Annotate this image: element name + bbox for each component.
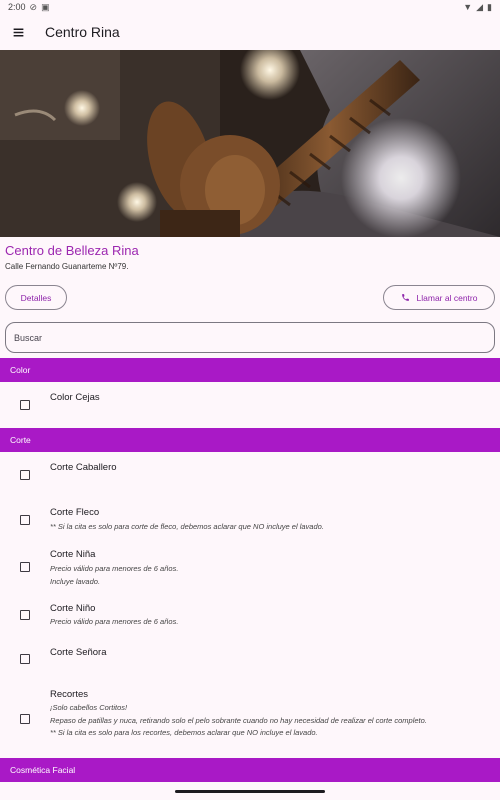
search-input[interactable]: [5, 322, 495, 353]
section-title: Color: [10, 365, 31, 375]
service-item[interactable]: Recortes ¡Solo cabellos Cortitos! Repaso…: [0, 682, 500, 758]
service-item[interactable]: Corte Niña Precio válido para menores de…: [0, 544, 500, 596]
center-address: Calle Fernando Guanarteme Nº79.: [5, 262, 129, 271]
service-item[interactable]: Corte Niño Precio válido para menores de…: [0, 596, 500, 636]
service-name: Corte Caballero: [50, 462, 117, 473]
service-name: Color Cejas: [50, 392, 100, 403]
service-item[interactable]: Corte Caballero: [0, 452, 500, 498]
service-name: Corte Niña: [50, 549, 96, 560]
service-checkbox[interactable]: [20, 515, 30, 525]
service-name: Corte Fleco: [50, 507, 100, 518]
gesture-nav-handle[interactable]: [175, 790, 325, 793]
do-not-disturb-icon: ⊘: [29, 1, 38, 12]
app-title: Centro Rina: [45, 24, 120, 40]
service-checkbox[interactable]: [20, 714, 30, 724]
details-button-label: Detalles: [20, 292, 52, 303]
call-center-button-label: Llamar al centro: [416, 292, 478, 303]
menu-button[interactable]: [0, 14, 36, 50]
status-time: 2:00: [8, 2, 26, 12]
service-checkbox[interactable]: [20, 562, 30, 572]
service-name: Corte Señora: [50, 647, 107, 658]
section-header-cosmetica-facial: Cosmética Facial: [0, 758, 500, 782]
service-checkbox[interactable]: [20, 400, 30, 410]
service-item[interactable]: Corte Señora: [0, 636, 500, 682]
section-title: Corte: [10, 435, 31, 445]
service-item[interactable]: Corte Fleco ** Si la cita es solo para c…: [0, 498, 500, 544]
service-checkbox[interactable]: [20, 654, 30, 664]
service-description: ¡Solo cabellos Cortitos! Repaso de patil…: [50, 703, 427, 737]
notification-icon: ▣: [41, 1, 50, 12]
section-header-corte: Corte: [0, 428, 500, 452]
section-header-color: Color: [0, 358, 500, 382]
service-description: Precio válido para menores de 6 años.: [50, 617, 179, 626]
battery-icon: ▮: [487, 1, 492, 12]
phone-icon: [401, 294, 409, 301]
section-title: Cosmética Facial: [10, 765, 76, 775]
service-checkbox[interactable]: [20, 470, 30, 480]
service-description: ** Si la cita es solo para corte de flec…: [50, 522, 324, 531]
wifi-icon: ▼: [463, 1, 473, 12]
service-name: Corte Niño: [50, 603, 96, 614]
service-checkbox[interactable]: [20, 610, 30, 620]
call-center-button[interactable]: Llamar al centro: [383, 285, 495, 310]
service-name: Recortes: [50, 689, 89, 700]
signal-icon: ◢: [476, 1, 484, 12]
service-description: Precio válido para menores de 6 años. In…: [50, 564, 179, 586]
center-name: Centro de Belleza Rina: [5, 243, 139, 258]
status-bar: 2:00 ⊘ ▣ ▼ ◢ ▮: [0, 0, 500, 14]
service-item[interactable]: Color Cejas: [0, 382, 500, 428]
details-button[interactable]: Detalles: [5, 285, 67, 310]
menu-icon: [13, 28, 23, 36]
app-bar: Centro Rina: [0, 14, 500, 50]
hero-image: [0, 50, 500, 237]
